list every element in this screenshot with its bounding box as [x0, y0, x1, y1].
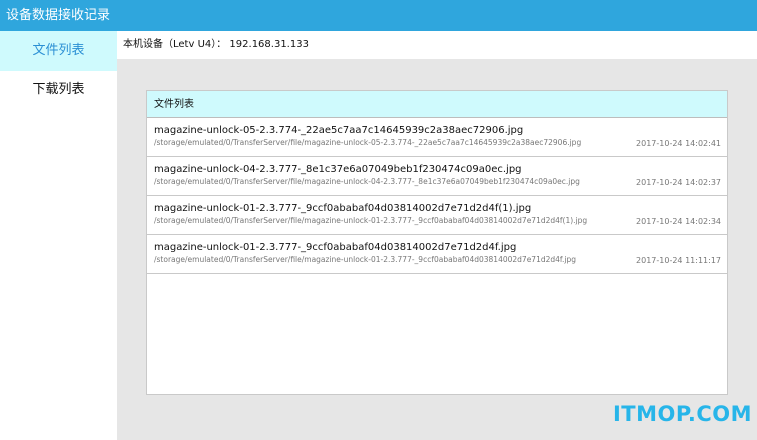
file-list-panel: 文件列表 magazine-unlock-05-2.3.774-_22ae5c7… [146, 90, 728, 395]
file-time: 2017-10-24 11:11:17 [636, 256, 721, 265]
app-title: 设备数据接收记录 [6, 8, 111, 23]
sidebar-item-label: 下载列表 [32, 82, 85, 97]
file-name: magazine-unlock-04-2.3.777-_8e1c37e6a070… [154, 164, 522, 175]
file-path: /storage/emulated/0/TransferServer/file/… [154, 216, 588, 225]
sidebar-item-download-list[interactable]: 下载列表 [0, 71, 117, 109]
file-path: /storage/emulated/0/TransferServer/file/… [154, 177, 580, 186]
file-row[interactable]: magazine-unlock-05-2.3.774-_22ae5c7aa7c1… [147, 118, 727, 157]
sidebar: 文件列表 下载列表 [0, 31, 117, 440]
file-time: 2017-10-24 14:02:41 [636, 139, 721, 148]
file-path: /storage/emulated/0/TransferServer/file/… [154, 138, 582, 147]
file-row[interactable]: magazine-unlock-01-2.3.777-_9ccf0ababaf0… [147, 235, 727, 274]
device-info-bar: 本机设备（Letv U4）： 192.168.31.133 [117, 31, 757, 59]
file-time: 2017-10-24 14:02:34 [636, 217, 721, 226]
sidebar-item-label: 文件列表 [32, 43, 85, 58]
panel-title: 文件列表 [154, 99, 194, 110]
file-row[interactable]: magazine-unlock-04-2.3.777-_8e1c37e6a070… [147, 157, 727, 196]
file-path: /storage/emulated/0/TransferServer/file/… [154, 255, 577, 264]
sidebar-item-file-list[interactable]: 文件列表 [0, 31, 117, 71]
file-name: magazine-unlock-01-2.3.777-_9ccf0ababaf0… [154, 242, 517, 253]
app-title-bar: 设备数据接收记录 [0, 0, 757, 31]
file-name: magazine-unlock-01-2.3.777-_9ccf0ababaf0… [154, 203, 532, 214]
file-time: 2017-10-24 14:02:37 [636, 178, 721, 187]
main-area: 本机设备（Letv U4）： 192.168.31.133 文件列表 magaz… [117, 31, 757, 440]
panel-header: 文件列表 [147, 91, 727, 118]
file-row[interactable]: magazine-unlock-01-2.3.777-_9ccf0ababaf0… [147, 196, 727, 235]
watermark-logo: ITMOP.COM [612, 402, 752, 426]
device-label: 本机设备（Letv U4）： 192.168.31.133 [123, 39, 309, 50]
file-name: magazine-unlock-05-2.3.774-_22ae5c7aa7c1… [154, 125, 524, 136]
